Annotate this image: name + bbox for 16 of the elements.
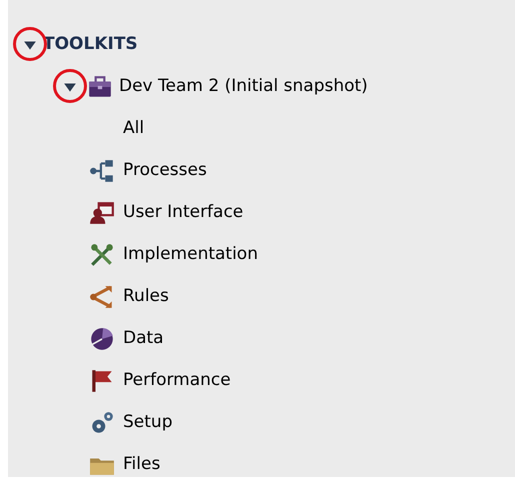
flowchart-icon [89, 158, 115, 184]
branch-arrows-icon [89, 284, 115, 310]
tree-item[interactable]: Files [123, 452, 160, 477]
tree-item[interactable]: Dev Team 2 (Initial snapshot) [119, 74, 368, 100]
tree-item[interactable]: All [123, 116, 144, 142]
tree-item[interactable]: Processes [123, 158, 207, 184]
user-window-icon [89, 200, 115, 226]
tree-item[interactable]: Setup [123, 410, 172, 436]
tools-icon [89, 242, 115, 268]
tree-item[interactable]: Implementation [123, 242, 258, 268]
tree-item[interactable]: Performance [123, 368, 231, 394]
briefcase-icon [87, 74, 113, 100]
tree-item[interactable]: User Interface [123, 200, 244, 226]
pie-chart-icon [89, 326, 115, 352]
tree-item[interactable]: Data [123, 326, 164, 352]
tree-item[interactable]: Rules [123, 284, 169, 310]
